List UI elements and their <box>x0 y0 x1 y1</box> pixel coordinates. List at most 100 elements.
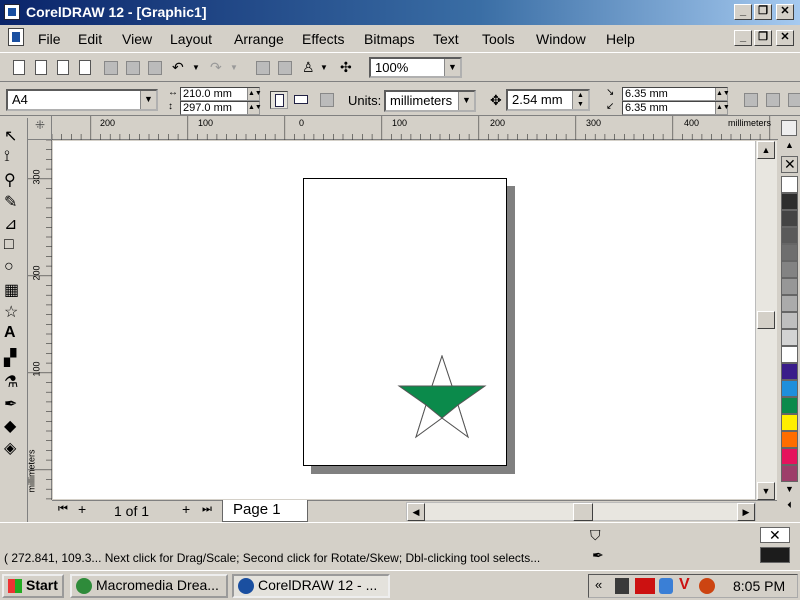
shape-tool[interactable]: ⟟ <box>4 148 24 168</box>
color-swatch[interactable] <box>781 431 798 448</box>
task-dreamweaver[interactable]: Macromedia Drea... <box>70 574 228 598</box>
draw-scale-button[interactable] <box>742 91 760 109</box>
shield-icon[interactable] <box>659 578 673 594</box>
palette-expand-button[interactable]: ⏴ <box>781 500 798 512</box>
spin-arrows-icon[interactable]: ▲▼ <box>715 102 730 114</box>
all-pages-button[interactable] <box>318 91 336 109</box>
restore-button[interactable]: ❐ <box>754 4 772 20</box>
start-button[interactable]: Start <box>2 574 64 598</box>
spin-arrows-icon[interactable]: ▲▼ <box>247 102 262 114</box>
add-page-before-button[interactable]: + <box>78 501 86 517</box>
color-swatch[interactable] <box>781 414 798 431</box>
palette-scroll-down[interactable]: ▼ <box>781 484 798 496</box>
menu-window[interactable]: Window <box>536 31 586 47</box>
open-button[interactable] <box>32 59 50 77</box>
fill-color-swatch[interactable]: ✕ <box>760 527 790 543</box>
duplicate-distance-y-field[interactable]: 6.35 mm ▲▼ <box>622 101 730 115</box>
portrait-button[interactable] <box>270 91 288 109</box>
chevron-down-icon[interactable]: ▼ <box>140 91 156 109</box>
color-swatch[interactable] <box>781 465 798 482</box>
color-swatch[interactable] <box>781 363 798 380</box>
undo-button[interactable]: ↶ <box>172 59 190 77</box>
h-scroll-thumb[interactable] <box>573 503 593 521</box>
color-swatch[interactable] <box>781 244 798 261</box>
more-options-button[interactable] <box>786 91 800 109</box>
outline-tool[interactable]: ✒ <box>4 394 24 414</box>
scroll-left-button[interactable]: ◀ <box>407 503 425 521</box>
color-swatch[interactable] <box>781 448 798 465</box>
pick-tool[interactable]: ↖ <box>4 126 24 146</box>
menu-text[interactable]: Text <box>433 31 459 47</box>
align-center-button[interactable] <box>764 91 782 109</box>
print-button[interactable] <box>76 59 94 77</box>
duplicate-distance-x-field[interactable]: 6.35 mm ▲▼ <box>622 87 730 101</box>
vertical-ruler[interactable]: 300 200 100 millimeters <box>27 140 52 500</box>
spin-arrows-icon[interactable]: ▲▼ <box>572 91 588 109</box>
color-swatch[interactable] <box>781 176 798 193</box>
import-button[interactable] <box>254 59 272 77</box>
color-swatch[interactable] <box>781 295 798 312</box>
minimize-button[interactable]: _ <box>734 4 752 20</box>
menu-tools[interactable]: Tools <box>482 31 515 47</box>
drawing-canvas[interactable] <box>53 141 755 499</box>
graph-paper-tool[interactable]: ▦ <box>4 280 24 300</box>
first-page-button[interactable]: ⏮ <box>58 503 68 516</box>
doc-restore-button[interactable]: ❐ <box>754 30 772 46</box>
cut-button[interactable] <box>102 59 120 77</box>
scroll-down-button[interactable]: ▼ <box>757 482 775 500</box>
color-swatch[interactable] <box>781 278 798 295</box>
nudge-distance-field[interactable]: 2.54 mm ▲ ▼ <box>506 89 590 111</box>
antivirus-icon[interactable]: V <box>679 576 690 594</box>
color-swatch[interactable] <box>781 346 798 363</box>
ruler-origin[interactable]: ⁜ <box>28 116 52 140</box>
color-swatch[interactable] <box>781 397 798 414</box>
undo-list-button[interactable]: ▼ <box>192 59 210 77</box>
scroll-thumb[interactable] <box>757 311 775 329</box>
menu-view[interactable]: View <box>122 31 152 47</box>
outline-color-swatch[interactable] <box>760 547 790 563</box>
vertical-scrollbar[interactable]: ▲ ▼ <box>755 141 777 500</box>
star-tool[interactable]: ☆ <box>4 302 24 322</box>
doc-minimize-button[interactable]: _ <box>734 30 752 46</box>
interactive-fill-tool[interactable]: ◈ <box>4 438 24 458</box>
zoom-combo[interactable]: 100% ▼ <box>369 57 462 78</box>
color-swatch[interactable] <box>781 227 798 244</box>
new-button[interactable] <box>10 59 28 77</box>
horizontal-ruler[interactable]: 200 100 0 100 200 300 400 millimeters <box>52 116 778 140</box>
color-swatch[interactable] <box>781 261 798 278</box>
ati-icon[interactable] <box>635 578 655 594</box>
spin-arrows-icon[interactable]: ▲▼ <box>715 88 730 100</box>
page-width-field[interactable]: 210.0 mm ▲▼ <box>180 87 262 101</box>
menu-edit[interactable]: Edit <box>78 31 102 47</box>
eyedropper-tool[interactable]: ⚗ <box>4 372 24 392</box>
paper-size-combo[interactable]: A4 ▼ <box>6 89 158 111</box>
page-tab[interactable]: Page 1 <box>222 500 308 522</box>
traffic-light-icon[interactable] <box>615 578 629 594</box>
launcher-dropdown[interactable]: ▼ <box>320 59 338 77</box>
star-shape[interactable] <box>397 355 487 439</box>
freehand-tool[interactable]: ✎ <box>4 192 24 212</box>
color-swatch[interactable] <box>781 210 798 227</box>
welcome-screen-button[interactable]: ✣ <box>340 59 358 77</box>
scroll-right-button[interactable]: ▶ <box>737 503 755 521</box>
chevron-down-icon[interactable]: ▼ <box>458 92 474 110</box>
smart-fill-tool[interactable]: ⊿ <box>4 214 24 234</box>
copy-button[interactable] <box>124 59 142 77</box>
add-page-after-button[interactable]: + <box>182 501 190 517</box>
color-swatch[interactable] <box>781 329 798 346</box>
coreldraw-app-icon[interactable] <box>4 4 20 20</box>
application-launcher-button[interactable]: ♙ <box>302 59 320 77</box>
export-button[interactable] <box>276 59 294 77</box>
menu-bitmaps[interactable]: Bitmaps <box>364 31 415 47</box>
last-page-button[interactable]: ⏭ <box>202 503 212 516</box>
save-button[interactable] <box>54 59 72 77</box>
no-color-swatch[interactable]: ✕ <box>781 156 798 173</box>
fill-tool[interactable]: ◆ <box>4 416 24 436</box>
rectangle-tool[interactable]: □ <box>4 236 24 256</box>
horizontal-scrollbar[interactable]: ◀ ▶ <box>406 502 756 521</box>
chevron-down-icon[interactable]: ▼ <box>444 59 460 76</box>
color-swatch[interactable] <box>781 380 798 397</box>
landscape-button[interactable] <box>292 91 310 109</box>
palette-menu-icon[interactable] <box>781 120 797 136</box>
redo-list-button[interactable]: ▼ <box>230 59 248 77</box>
